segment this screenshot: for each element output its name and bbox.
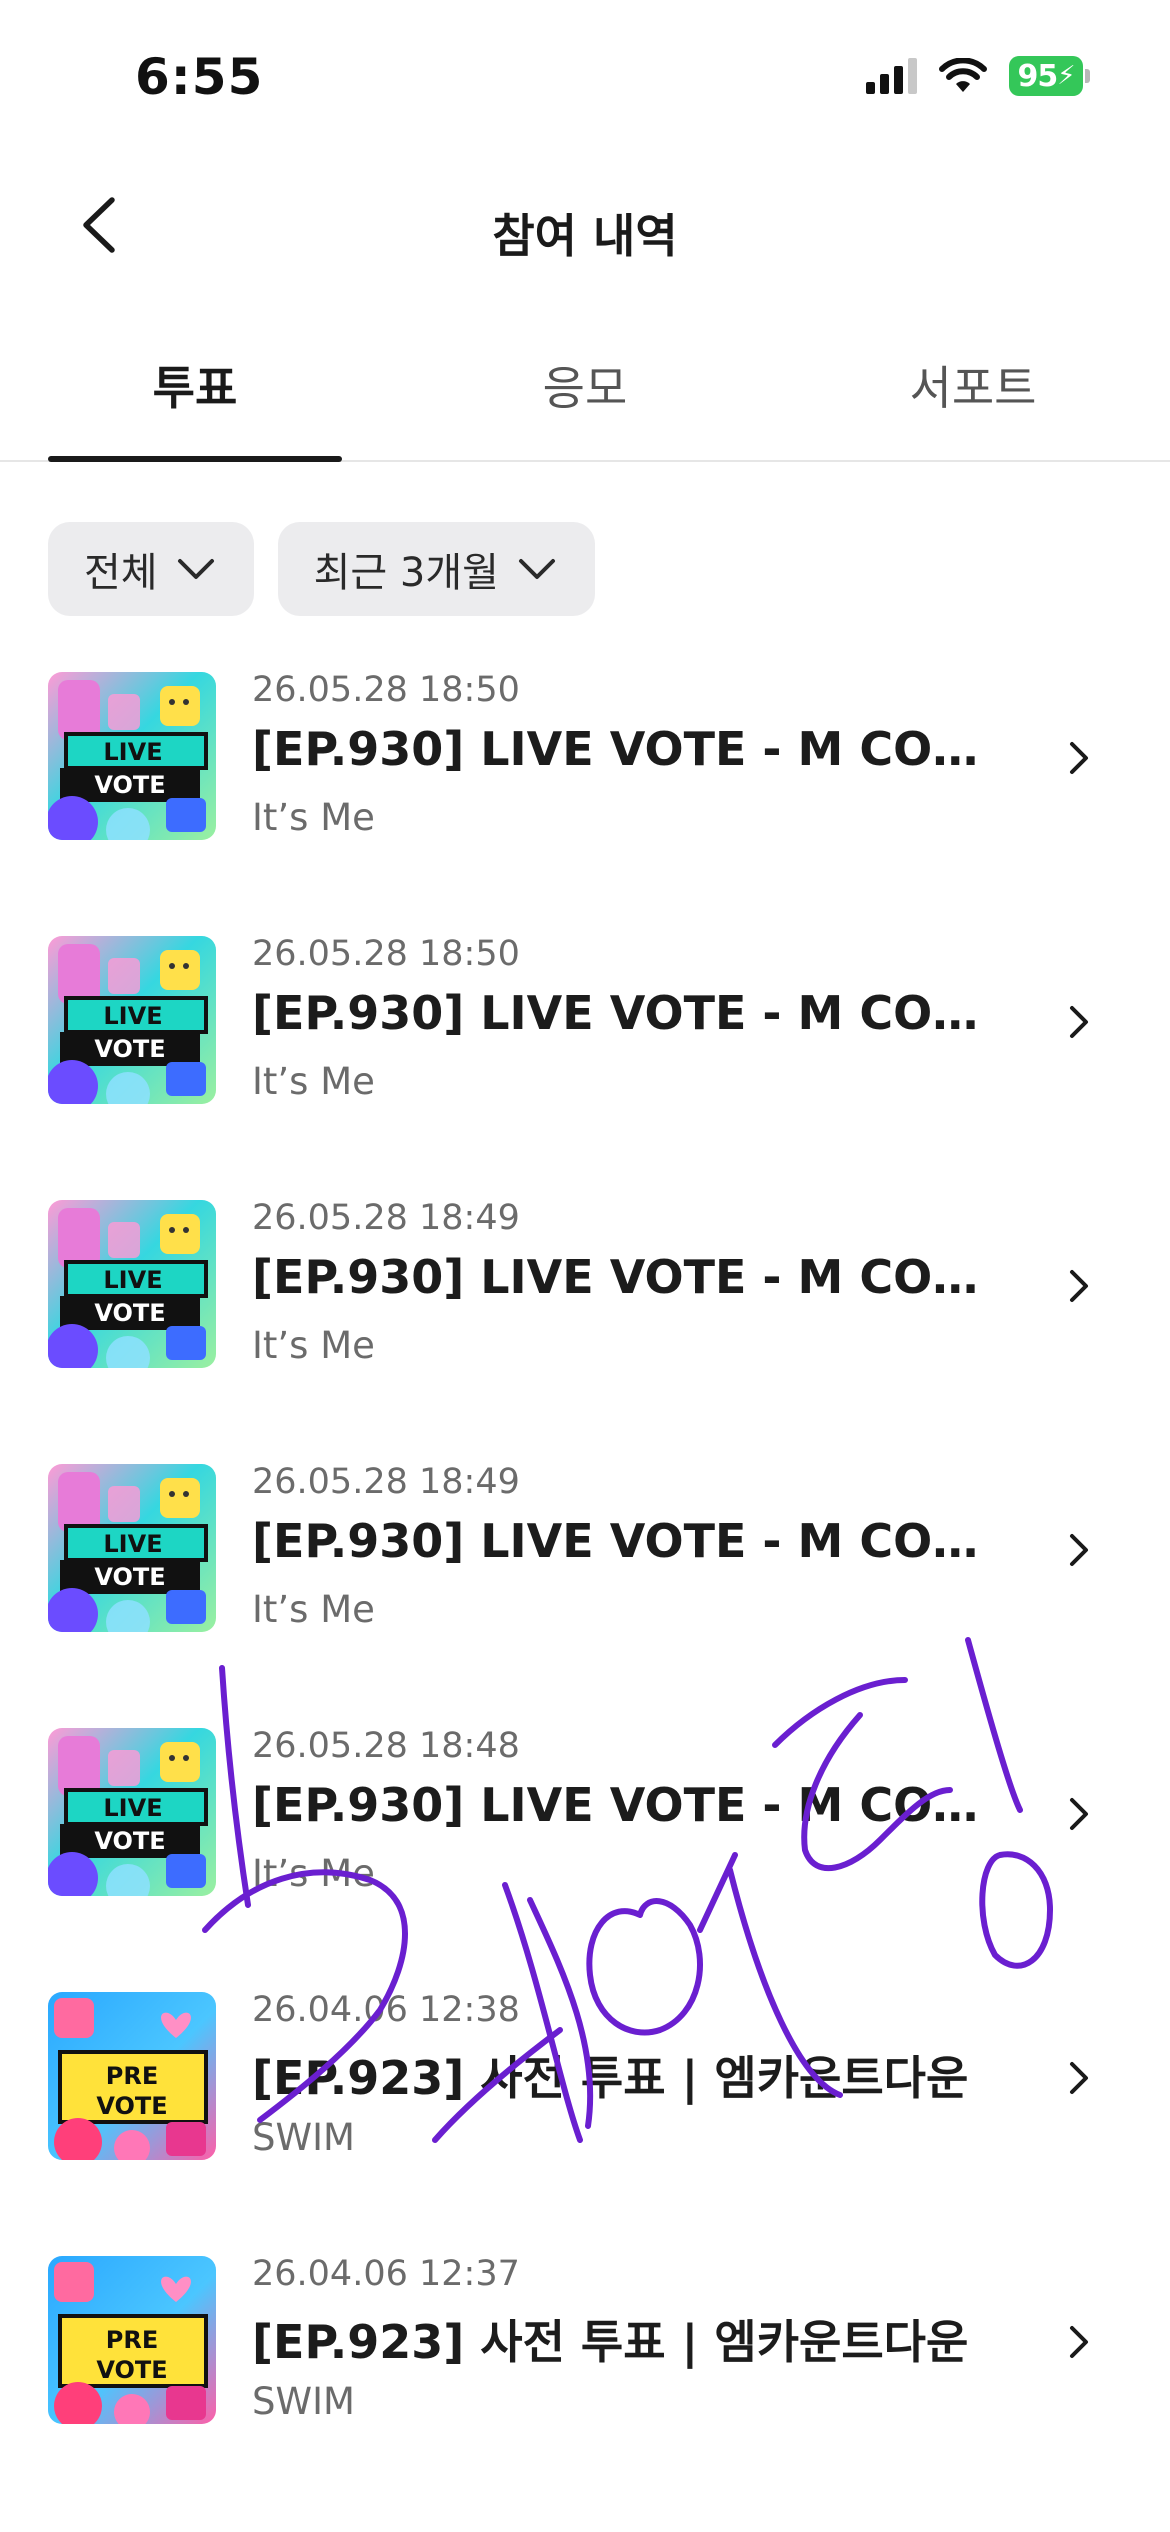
battery-icon: 95 ⚡ (1009, 56, 1090, 96)
list-item[interactable]: LIVE VOTE 26.05.28 18:48 [EP.930] LIVE VO… (0, 1716, 1170, 1980)
svg-text:LIVE: LIVE (103, 1794, 162, 1822)
period-filter-label: 최근 3개월 (313, 550, 499, 596)
chevron-right-icon (1070, 1798, 1088, 1830)
tab-active-indicator (48, 456, 342, 462)
list-item[interactable]: LIVE VOTE 26.05.28 18:49 [EP.930] LIVE VO… (0, 1188, 1170, 1452)
svg-text:VOTE: VOTE (94, 1035, 165, 1063)
period-filter-dropdown[interactable]: 최근 3개월 (277, 522, 595, 616)
page-title: 참여 내역 (492, 209, 678, 263)
item-title: [EP.930] LIVE VOTE - M COUNTDOWN (252, 1250, 982, 1304)
item-artist: It’s Me (252, 1324, 375, 1367)
header: 참여 내역 (0, 170, 1170, 280)
item-title: [EP.923] 사전 투표 | 엠카운트다운 (252, 2051, 969, 2105)
svg-text:VOTE: VOTE (96, 2356, 167, 2384)
svg-text:VOTE: VOTE (96, 2092, 167, 2120)
svg-text:LIVE: LIVE (103, 1530, 162, 1558)
item-title: [EP.930] LIVE VOTE - M COUNTDOWN (252, 986, 982, 1040)
svg-text:VOTE: VOTE (94, 1299, 165, 1327)
list-item[interactable]: LIVE VOTE 26.05.28 18:50 [EP.930] LIVE VO… (0, 924, 1170, 1188)
item-date: 26.05.28 18:48 (252, 1726, 520, 1766)
filter-bar: 전체 최근 3개월 (48, 522, 595, 616)
cellular-signal-icon (866, 58, 917, 94)
item-date: 26.04.06 12:37 (252, 2254, 520, 2294)
item-date: 26.05.28 18:49 (252, 1462, 520, 1502)
live-vote-thumbnail: LIVE VOTE (48, 1728, 216, 1896)
status-time: 6:55 (135, 48, 264, 106)
wifi-icon (939, 58, 987, 92)
item-date: 26.04.06 12:38 (252, 1990, 520, 2030)
item-date: 26.05.28 18:50 (252, 670, 520, 710)
chevron-down-icon (518, 559, 555, 579)
item-date: 26.05.28 18:49 (252, 1198, 520, 1238)
live-vote-thumbnail: LIVE VOTE (48, 1464, 216, 1632)
tab-vote[interactable]: 투표 (50, 352, 340, 418)
live-vote-thumbnail: LIVE VOTE (48, 936, 216, 1104)
live-vote-thumbnail: LIVE VOTE (48, 672, 216, 840)
svg-text:LIVE: LIVE (103, 738, 162, 766)
list-item[interactable]: LIVE VOTE 26.05.28 18:49 [EP.930] LIVE VO… (0, 1452, 1170, 1716)
item-title: [EP.930] LIVE VOTE - M COUNTDOWN (252, 1514, 982, 1568)
item-artist: SWIM (252, 2380, 355, 2423)
chevron-right-icon (1070, 2062, 1088, 2094)
svg-text:PRE: PRE (106, 2326, 158, 2354)
chevron-right-icon (1070, 2326, 1088, 2358)
tab-support[interactable]: 서포트 (828, 352, 1118, 418)
svg-text:VOTE: VOTE (94, 1563, 165, 1591)
svg-text:VOTE: VOTE (94, 1827, 165, 1855)
item-date: 26.05.28 18:50 (252, 934, 520, 974)
tab-bar: 투표 응모 서포트 (0, 330, 1170, 462)
svg-text:LIVE: LIVE (103, 1266, 162, 1294)
item-title: [EP.930] LIVE VOTE - M COUNTDOWN (252, 722, 982, 776)
svg-text:LIVE: LIVE (103, 1002, 162, 1030)
list-item[interactable]: LIVE VOTE 26.05.28 18:50 [EP.930] LIVE VO… (0, 660, 1170, 924)
live-vote-thumbnail: LIVE VOTE (48, 1200, 216, 1368)
chevron-right-icon (1070, 742, 1088, 774)
pre-vote-thumbnail: PRE VOTE (48, 1992, 216, 2160)
chevron-down-icon (177, 559, 214, 579)
pre-vote-thumbnail: PRE VOTE (48, 2256, 216, 2424)
tab-entry[interactable]: 응모 (440, 352, 730, 418)
chevron-right-icon (1070, 1534, 1088, 1566)
item-artist: It’s Me (252, 1060, 375, 1103)
category-filter-label: 전체 (84, 550, 158, 596)
chevron-right-icon (1070, 1270, 1088, 1302)
status-icons: 95 ⚡ (866, 56, 1090, 96)
svg-text:VOTE: VOTE (94, 771, 165, 799)
battery-level: 95 (1017, 58, 1058, 94)
status-bar: 6:55 95 ⚡ (0, 0, 1170, 150)
item-artist: SWIM (252, 2116, 355, 2159)
list-item[interactable]: PRE VOTE 26.04.06 12:38 [EP.923] 사전 투표 | … (0, 1980, 1170, 2244)
item-artist: It’s Me (252, 1588, 375, 1631)
item-title: [EP.923] 사전 투표 | 엠카운트다운 (252, 2315, 969, 2369)
category-filter-dropdown[interactable]: 전체 (48, 522, 254, 616)
item-artist: It’s Me (252, 796, 375, 839)
item-title: [EP.930] LIVE VOTE - M COUNTDOWN (252, 1778, 982, 1832)
svg-text:PRE: PRE (106, 2062, 158, 2090)
chevron-right-icon (1070, 1006, 1088, 1038)
list-item[interactable]: PRE VOTE 26.04.06 12:37 [EP.923] 사전 투표 | … (0, 2244, 1170, 2508)
item-artist: It’s Me (252, 1852, 375, 1895)
